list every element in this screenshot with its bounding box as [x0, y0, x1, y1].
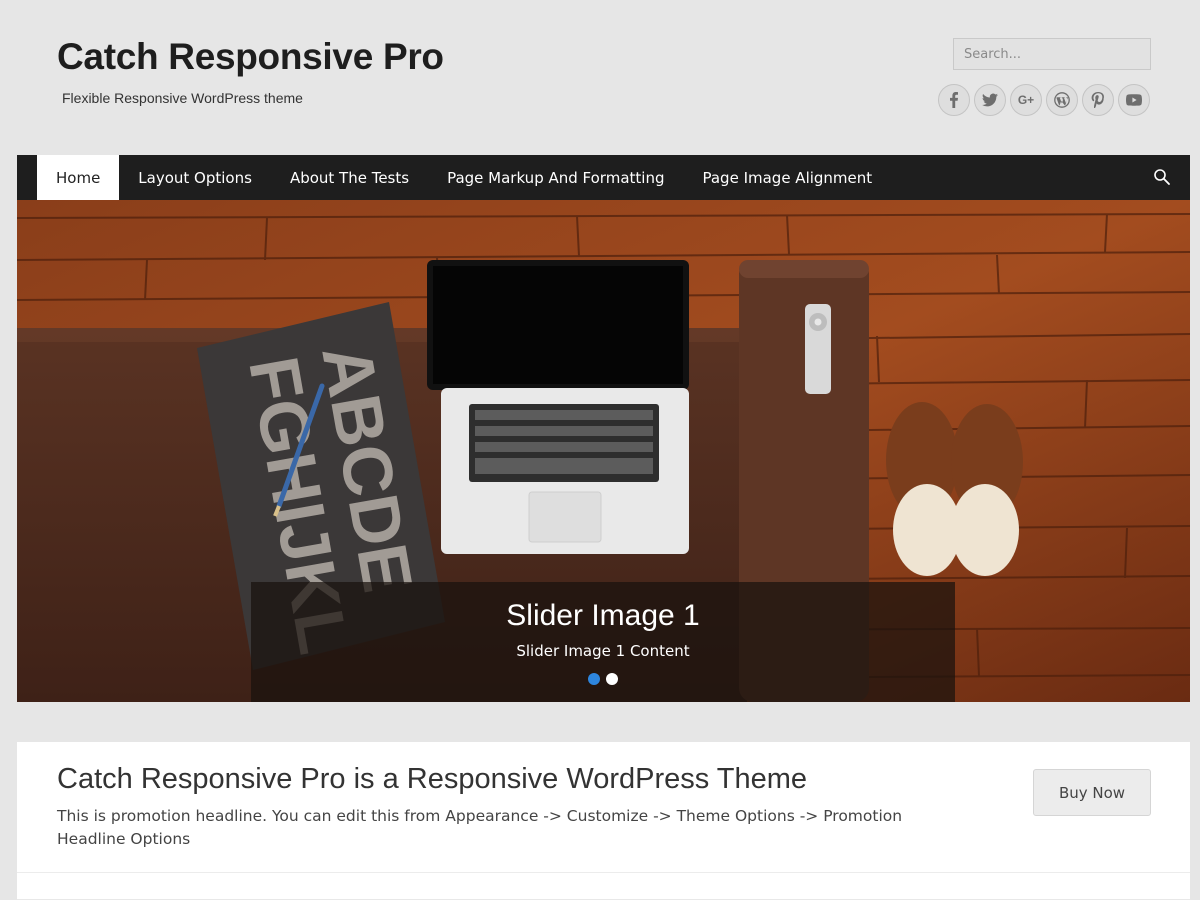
slider-caption: Slider Image 1 Slider Image 1 Content [251, 582, 955, 702]
divider [17, 872, 1190, 873]
promotion-headline: Catch Responsive Pro is a Responsive Wor… [17, 742, 1190, 900]
site-title[interactable]: Catch Responsive Pro [57, 36, 444, 78]
search-icon[interactable] [1153, 168, 1173, 188]
site-header: Catch Responsive Pro Flexible Responsive… [0, 0, 1200, 155]
site-tagline: Flexible Responsive WordPress theme [62, 90, 303, 106]
nav-item-about-the-tests[interactable]: About The Tests [271, 155, 428, 200]
slider-pager-dot[interactable] [606, 673, 618, 685]
facebook-icon[interactable] [938, 84, 970, 116]
google-plus-icon[interactable]: G+ [1010, 84, 1042, 116]
nav-item-home[interactable]: Home [37, 155, 120, 200]
promotion-text: This is promotion headline. You can edit… [57, 807, 903, 848]
slider-content: Slider Image 1 Content [516, 642, 690, 660]
hero-slider[interactable]: ABCDE FGHIJKL Slider Image 1 Slider Imag… [17, 200, 1190, 702]
youtube-icon[interactable] [1118, 84, 1150, 116]
main-navigation: Home Layout Options About The Tests Page… [17, 155, 1190, 200]
slider-title: Slider Image 1 [506, 599, 700, 632]
slider-pager [251, 673, 955, 685]
nav-item-layout-options[interactable]: Layout Options [119, 155, 271, 200]
social-links: G+ [938, 84, 1150, 116]
nav-item-page-image-alignment[interactable]: Page Image Alignment [683, 155, 891, 200]
wordpress-icon[interactable] [1046, 84, 1078, 116]
search-input[interactable] [953, 38, 1151, 70]
buy-now-button[interactable]: Buy Now [1033, 769, 1151, 816]
nav-item-page-markup[interactable]: Page Markup And Formatting [428, 155, 683, 200]
promotion-title: Catch Responsive Pro is a Responsive Wor… [57, 763, 808, 795]
twitter-icon[interactable] [974, 84, 1006, 116]
slider-pager-dot[interactable] [588, 673, 600, 685]
pinterest-icon[interactable] [1082, 84, 1114, 116]
